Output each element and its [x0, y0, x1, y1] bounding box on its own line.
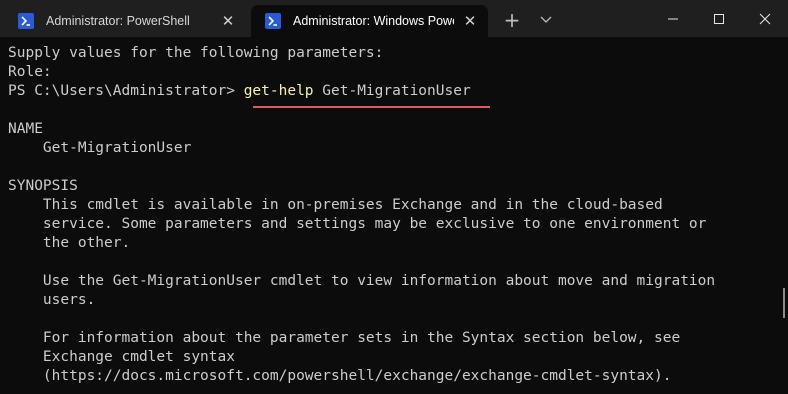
synopsis-line: Use the Get-MigrationUser cmdlet to view…	[8, 273, 716, 289]
close-icon	[759, 13, 771, 24]
name-value: Get-MigrationUser	[8, 140, 192, 156]
synopsis-line: users.	[8, 292, 96, 308]
synopsis-line	[8, 253, 788, 272]
scrollbar-thumb[interactable]	[783, 288, 785, 318]
console-output[interactable]: Supply values for the following paramete…	[0, 37, 788, 394]
tab-windows-powershell[interactable]: Administrator: Windows PowerShell ✕	[251, 5, 488, 37]
synopsis-line	[8, 310, 788, 329]
prompt-intro: Supply values for the following paramete…	[8, 45, 384, 61]
tab-powershell[interactable]: Administrator: PowerShell ✕	[4, 5, 246, 37]
synopsis-line: This cmdlet is available in on-premises …	[8, 197, 663, 213]
plus-icon: +	[503, 8, 521, 32]
synopsis-line: Exchange cmdlet syntax	[8, 349, 235, 365]
prompt-text: PS C:\Users\Administrator>	[8, 83, 244, 99]
command-arg: Get-MigrationUser	[313, 83, 471, 99]
title-bar: Administrator: PowerShell ✕ Administrato…	[0, 0, 788, 37]
command-line: PS C:\Users\Administrator> get-help Get-…	[8, 82, 788, 101]
close-icon[interactable]: ✕	[218, 11, 238, 31]
close-window-button[interactable]	[742, 0, 788, 37]
tab-dropdown-button[interactable]	[533, 8, 559, 32]
maximize-button[interactable]	[696, 0, 742, 37]
chevron-down-icon	[540, 16, 552, 23]
powershell-icon	[265, 13, 281, 29]
tab-label: Administrator: Windows PowerShell	[293, 14, 454, 28]
new-tab-button[interactable]: +	[499, 8, 525, 32]
name-header: NAME	[8, 121, 43, 137]
minimize-button[interactable]	[650, 0, 696, 37]
synopsis-line: the other.	[8, 235, 131, 251]
close-icon[interactable]: ✕	[460, 11, 480, 31]
synopsis-line: For information about the parameter sets…	[8, 330, 681, 346]
command-annotation-underline	[253, 106, 490, 108]
synopsis-line: (https://docs.microsoft.com/powershell/e…	[8, 368, 672, 384]
role-prompt: Role:	[8, 64, 52, 80]
maximize-icon	[714, 13, 724, 24]
command-verb: get-help	[243, 83, 314, 99]
synopsis-header: SYNOPSIS	[8, 178, 78, 194]
tab-label: Administrator: PowerShell	[46, 14, 190, 28]
powershell-icon	[18, 13, 34, 29]
synopsis-line: service. Some parameters and settings ma…	[8, 216, 707, 232]
minimize-icon	[668, 18, 678, 19]
